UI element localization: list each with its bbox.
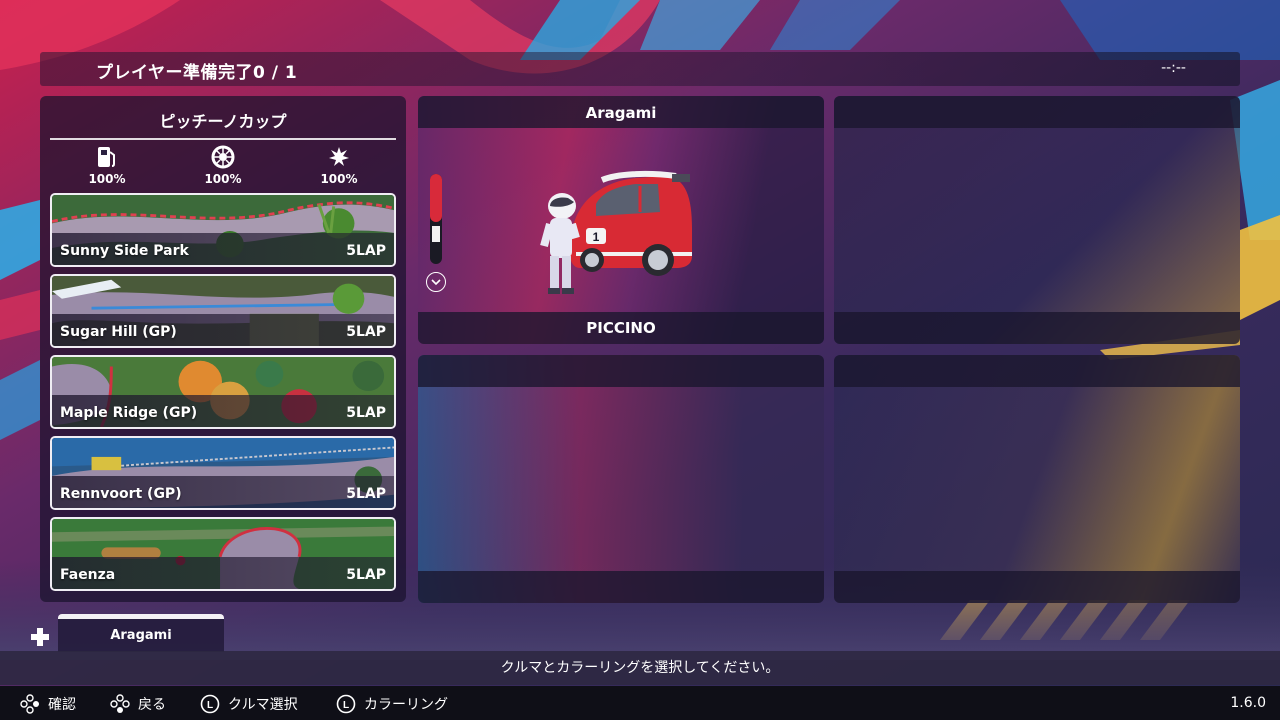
damage-icon bbox=[309, 144, 369, 170]
track-card[interactable]: Maple Ridge (GP) 5LAP bbox=[50, 355, 396, 429]
track-name: Sugar Hill (GP) bbox=[60, 324, 177, 340]
damage-value: 100% bbox=[320, 172, 358, 186]
player-slot-4 bbox=[834, 355, 1240, 603]
tire-value: 100% bbox=[204, 172, 242, 186]
track-card[interactable]: Sunny Side Park 5LAP bbox=[50, 193, 396, 267]
confirm-control[interactable]: 確認 bbox=[20, 694, 76, 714]
l-stick-icon: L bbox=[200, 694, 220, 714]
confirm-label: 確認 bbox=[48, 697, 76, 713]
tire-stat: 100% bbox=[193, 144, 253, 186]
track-name: Sunny Side Park bbox=[60, 243, 189, 259]
button-b-icon bbox=[110, 694, 130, 714]
coloring-label: カラーリング bbox=[364, 697, 448, 713]
player-tab-label: Aragami bbox=[110, 628, 172, 643]
button-a-icon bbox=[20, 694, 40, 714]
player-slot-3 bbox=[418, 355, 824, 603]
back-label: 戻る bbox=[138, 697, 166, 713]
fuel-icon bbox=[77, 144, 137, 170]
track-name: Faenza bbox=[60, 567, 116, 583]
track-laps: 5LAP bbox=[346, 243, 386, 259]
car-select-label: クルマ選択 bbox=[228, 697, 298, 713]
version-label: 1.6.0 bbox=[1230, 695, 1266, 711]
track-card[interactable]: Faenza 5LAP bbox=[50, 517, 396, 591]
controls-bar: 確認 戻る L クルマ選択 L カラーリング 1.6.0 bbox=[0, 686, 1280, 720]
car-select-control[interactable]: L クルマ選択 bbox=[200, 694, 298, 714]
svg-text:L: L bbox=[343, 700, 349, 711]
l-stick-icon: L bbox=[336, 694, 356, 714]
cup-title: ピッチーノカップ bbox=[50, 108, 396, 140]
track-card[interactable]: Rennvoort (GP) 5LAP bbox=[50, 436, 396, 510]
fuel-stat: 100% bbox=[77, 144, 137, 186]
header-bar: プレイヤー準備完了0 / 1 --:-- bbox=[40, 52, 1240, 86]
back-control[interactable]: 戻る bbox=[110, 694, 166, 714]
car-number: 1 bbox=[593, 230, 600, 244]
ready-status-title: プレイヤー準備完了0 / 1 bbox=[96, 63, 298, 83]
chevron-down-icon[interactable] bbox=[426, 272, 446, 292]
plus-icon[interactable] bbox=[30, 627, 50, 647]
player-slot-2 bbox=[834, 96, 1240, 344]
track-laps: 5LAP bbox=[346, 567, 386, 583]
instruction-message: クルマとカラーリングを選択してください。 bbox=[0, 651, 1280, 685]
tire-icon bbox=[193, 144, 253, 170]
track-card[interactable]: Sugar Hill (GP) 5LAP bbox=[50, 274, 396, 348]
track-laps: 5LAP bbox=[346, 405, 386, 421]
countdown-timer: --:-- bbox=[1161, 60, 1186, 76]
track-laps: 5LAP bbox=[346, 324, 386, 340]
car-name: PICCINO bbox=[586, 319, 656, 337]
coloring-control[interactable]: L カラーリング bbox=[336, 694, 448, 714]
player-name: Aragami bbox=[585, 104, 657, 122]
svg-text:L: L bbox=[207, 700, 213, 711]
car-preview: 1 bbox=[540, 170, 692, 294]
track-name: Rennvoort (GP) bbox=[60, 486, 182, 502]
fuel-value: 100% bbox=[88, 172, 126, 186]
player-tab[interactable]: Aragami bbox=[58, 614, 224, 652]
track-name: Maple Ridge (GP) bbox=[60, 405, 198, 421]
cup-panel: ピッチーノカップ 100% 100% 100% Sunny Side Park … bbox=[40, 96, 406, 602]
player-slot-1[interactable]: Aragami 1 PICCINO bbox=[418, 96, 824, 344]
damage-stat: 100% bbox=[309, 144, 369, 186]
color-slider[interactable] bbox=[430, 174, 442, 264]
track-laps: 5LAP bbox=[346, 486, 386, 502]
